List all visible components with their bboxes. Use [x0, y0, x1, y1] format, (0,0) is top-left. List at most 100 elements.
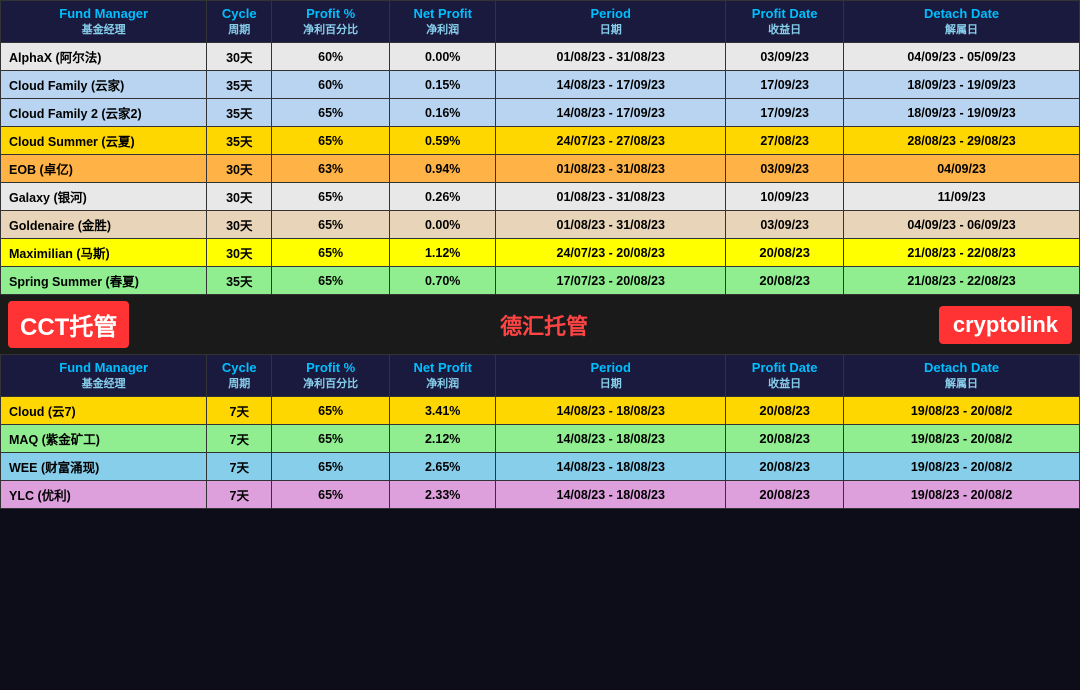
cell-fund-name: Maximilian (马斯): [1, 239, 207, 267]
bth-profit-date: Profit Date 收益日: [726, 355, 844, 397]
cell-fund-name: AlphaX (阿尔法): [1, 43, 207, 71]
cell-profit-date: 03/09/23: [726, 155, 844, 183]
cell-profit-date: 10/09/23: [726, 183, 844, 211]
cell-fund-name: YLC (优利): [1, 481, 207, 509]
cell-detach-date: 18/09/23 - 19/09/23: [844, 99, 1080, 127]
cell-detach-date: 19/08/23 - 20/08/2: [844, 481, 1080, 509]
cell-net-profit: 2.33%: [390, 481, 496, 509]
cell-cycle: 35天: [207, 267, 272, 295]
table-row: AlphaX (阿尔法) 30天 60% 0.00% 01/08/23 - 31…: [1, 43, 1080, 71]
cell-fund-name: Cloud (云7): [1, 397, 207, 425]
cct-label: CCT托管: [8, 301, 129, 348]
bth-detach-date: Detach Date 解属日: [844, 355, 1080, 397]
cell-net-profit: 2.12%: [390, 425, 496, 453]
bth-fund-manager: Fund Manager 基金经理: [1, 355, 207, 397]
bottom-table-body: Cloud (云7) 7天 65% 3.41% 14/08/23 - 18/08…: [1, 397, 1080, 509]
cell-detach-date: 21/08/23 - 22/08/23: [844, 267, 1080, 295]
cell-profit-date: 20/08/23: [726, 481, 844, 509]
cell-profit-date: 03/09/23: [726, 43, 844, 71]
table-row: Cloud Family (云家) 35天 60% 0.15% 14/08/23…: [1, 71, 1080, 99]
cell-profit-pct: 65%: [272, 99, 390, 127]
cell-profit-date: 03/09/23: [726, 211, 844, 239]
cell-period: 01/08/23 - 31/08/23: [496, 155, 726, 183]
cell-cycle: 7天: [207, 397, 272, 425]
top-table-body: AlphaX (阿尔法) 30天 60% 0.00% 01/08/23 - 31…: [1, 43, 1080, 295]
th-profit-pct-en: Profit %: [306, 6, 355, 21]
bth-profit-date-zh: 收益日: [730, 375, 839, 391]
middle-banner: CCT托管 德汇托管 cryptolink: [0, 295, 1080, 354]
cell-cycle: 30天: [207, 155, 272, 183]
cell-net-profit: 3.41%: [390, 397, 496, 425]
cell-profit-pct: 60%: [272, 43, 390, 71]
th-fund-manager: Fund Manager 基金经理: [1, 1, 207, 43]
cell-detach-date: 04/09/23: [844, 155, 1080, 183]
cell-profit-pct: 65%: [272, 211, 390, 239]
bth-net-profit: Net Profit 净利润: [390, 355, 496, 397]
th-cycle-en: Cycle: [222, 6, 257, 21]
cell-profit-date: 20/08/23: [726, 267, 844, 295]
bth-net-profit-zh: 净利润: [394, 375, 491, 391]
bth-period-en: Period: [590, 360, 630, 375]
cell-net-profit: 0.15%: [390, 71, 496, 99]
cell-profit-date: 20/08/23: [726, 453, 844, 481]
cell-period: 24/07/23 - 27/08/23: [496, 127, 726, 155]
th-cycle: Cycle 周期: [207, 1, 272, 43]
th-fund-en: Fund Manager: [59, 6, 148, 21]
cell-net-profit: 0.00%: [390, 211, 496, 239]
table-row: Cloud Summer (云夏) 35天 65% 0.59% 24/07/23…: [1, 127, 1080, 155]
table-row: Cloud (云7) 7天 65% 3.41% 14/08/23 - 18/08…: [1, 397, 1080, 425]
bth-detach-date-en: Detach Date: [924, 360, 999, 375]
cell-profit-date: 20/08/23: [726, 397, 844, 425]
th-period-en: Period: [590, 6, 630, 21]
cell-net-profit: 0.94%: [390, 155, 496, 183]
table-row: YLC (优利) 7天 65% 2.33% 14/08/23 - 18/08/2…: [1, 481, 1080, 509]
cell-profit-date: 20/08/23: [726, 239, 844, 267]
th-profit-date-zh: 收益日: [730, 21, 839, 37]
th-period: Period 日期: [496, 1, 726, 43]
table-row: Cloud Family 2 (云家2) 35天 65% 0.16% 14/08…: [1, 99, 1080, 127]
th-detach-date: Detach Date 解属日: [844, 1, 1080, 43]
cell-profit-pct: 65%: [272, 425, 390, 453]
cell-fund-name: EOB (卓亿): [1, 155, 207, 183]
table-row: EOB (卓亿) 30天 63% 0.94% 01/08/23 - 31/08/…: [1, 155, 1080, 183]
cell-cycle: 7天: [207, 481, 272, 509]
th-net-profit: Net Profit 净利润: [390, 1, 496, 43]
bth-fund-zh: 基金经理: [5, 375, 202, 391]
main-container: Fund Manager 基金经理 Cycle 周期 Profit % 净利百分…: [0, 0, 1080, 690]
cell-period: 01/08/23 - 31/08/23: [496, 183, 726, 211]
th-net-profit-zh: 净利润: [394, 21, 491, 37]
table-row: Goldenaire (金胜) 30天 65% 0.00% 01/08/23 -…: [1, 211, 1080, 239]
table-row: WEE (财富涌现) 7天 65% 2.65% 14/08/23 - 18/08…: [1, 453, 1080, 481]
cell-detach-date: 28/08/23 - 29/08/23: [844, 127, 1080, 155]
cell-profit-pct: 65%: [272, 127, 390, 155]
th-fund-zh: 基金经理: [5, 21, 202, 37]
cell-fund-name: Galaxy (银河): [1, 183, 207, 211]
cell-period: 01/08/23 - 31/08/23: [496, 211, 726, 239]
bottom-header-row: Fund Manager 基金经理 Cycle 周期 Profit % 净利百分…: [1, 355, 1080, 397]
cell-profit-pct: 65%: [272, 267, 390, 295]
cell-period: 14/08/23 - 18/08/23: [496, 481, 726, 509]
bottom-table: Fund Manager 基金经理 Cycle 周期 Profit % 净利百分…: [0, 354, 1080, 509]
cell-cycle: 30天: [207, 239, 272, 267]
cell-period: 01/08/23 - 31/08/23: [496, 43, 726, 71]
cell-cycle: 35天: [207, 71, 272, 99]
cell-net-profit: 0.00%: [390, 43, 496, 71]
cell-fund-name: Spring Summer (春夏): [1, 267, 207, 295]
cell-cycle: 35天: [207, 127, 272, 155]
cell-profit-date: 20/08/23: [726, 425, 844, 453]
cell-profit-date: 17/09/23: [726, 99, 844, 127]
th-profit-date-en: Profit Date: [752, 6, 818, 21]
bth-fund-en: Fund Manager: [59, 360, 148, 375]
cell-period: 17/07/23 - 20/08/23: [496, 267, 726, 295]
bth-profit-pct: Profit % 净利百分比: [272, 355, 390, 397]
table-row: MAQ (紫金矿工) 7天 65% 2.12% 14/08/23 - 18/08…: [1, 425, 1080, 453]
table-row: Maximilian (马斯) 30天 65% 1.12% 24/07/23 -…: [1, 239, 1080, 267]
cell-cycle: 30天: [207, 43, 272, 71]
bth-period-zh: 日期: [500, 375, 721, 391]
cell-net-profit: 0.59%: [390, 127, 496, 155]
th-cycle-zh: 周期: [211, 21, 267, 37]
cell-period: 24/07/23 - 20/08/23: [496, 239, 726, 267]
cell-detach-date: 11/09/23: [844, 183, 1080, 211]
cell-net-profit: 0.26%: [390, 183, 496, 211]
bottom-table-wrapper: Fund Manager 基金经理 Cycle 周期 Profit % 净利百分…: [0, 354, 1080, 509]
